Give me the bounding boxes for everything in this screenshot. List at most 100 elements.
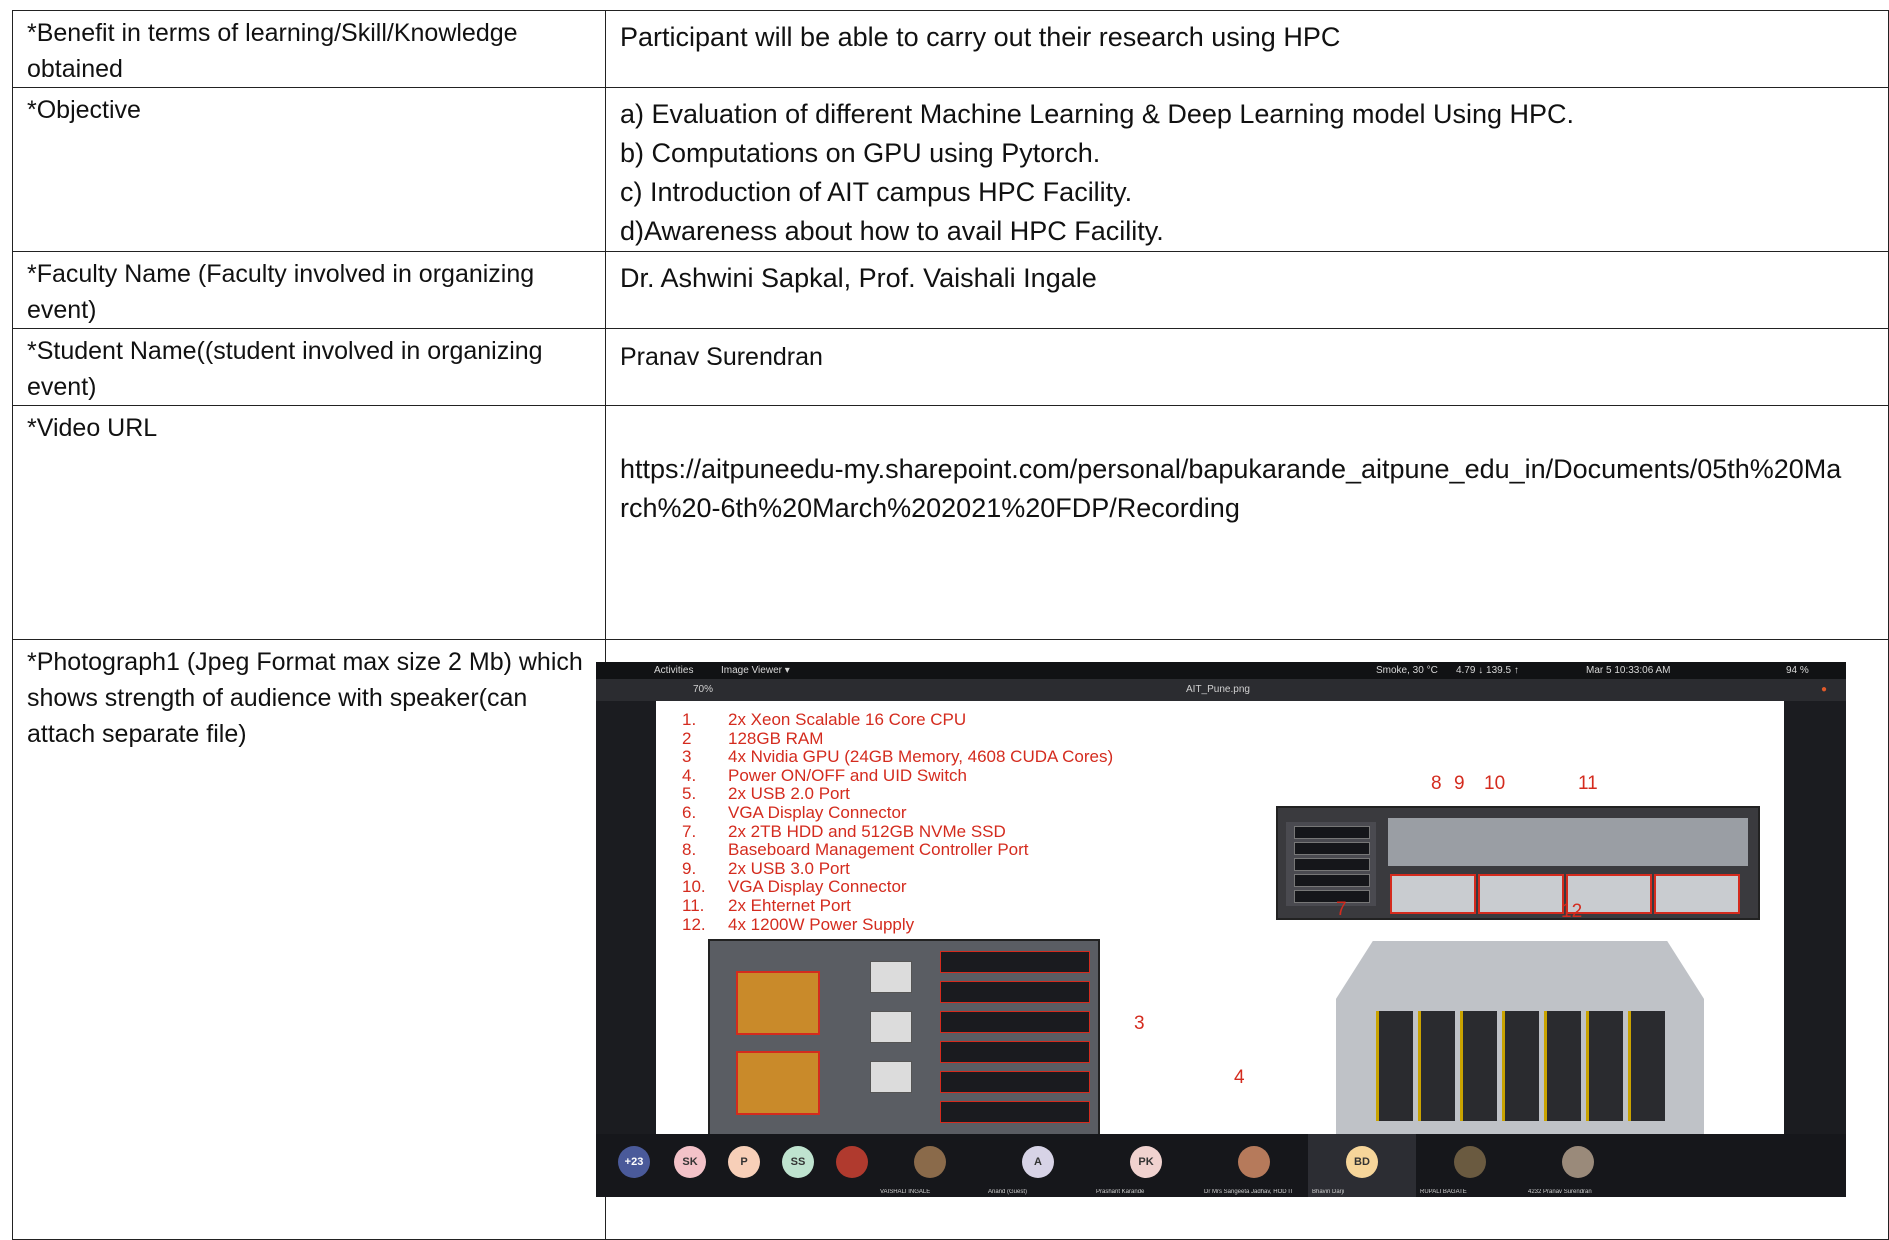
participant-name: Anand (Guest) (988, 1189, 1028, 1195)
gpu-card (1376, 1011, 1413, 1121)
spec-item: 1. 2x Xeon Scalable 16 Core CPU (682, 710, 967, 729)
clock-label: Mar 5 10:33:06 AM (1586, 665, 1671, 676)
drive-bay (1294, 842, 1370, 855)
spec-item: 12. 4x 1200W Power Supply (682, 914, 915, 934)
participant-tile: VAISHALI INGALE (876, 1134, 984, 1197)
participant-avatar: SK (674, 1146, 706, 1178)
gpu-card (1628, 1011, 1665, 1121)
participant-avatar: PK (1130, 1146, 1162, 1178)
participant-tile: A Anand (Guest) (984, 1134, 1092, 1197)
gpu-card (940, 1071, 1090, 1093)
drive-bays (1286, 822, 1376, 906)
callout-12: 12 (1561, 901, 1583, 922)
viewer-toolbar: 70% AIT_Pune.png ● (596, 679, 1846, 701)
callout-11: 11 (1578, 773, 1598, 794)
faculty-row: *Faculty Name (Faculty involved in organ… (12, 251, 1889, 329)
objective-line: d)Awareness about how to avail HPC Facil… (620, 216, 1164, 246)
spec-item: 3 4x Nvidia GPU (24GB Memory, 4608 CUDA C… (682, 747, 1114, 767)
callout-4: 4 (1234, 1067, 1245, 1088)
zoom-level: 70% (693, 684, 714, 695)
image-filename: AIT_Pune.png (1186, 684, 1250, 695)
participant-name: RUPALI BAGATE (1420, 1189, 1467, 1195)
server-rear-view (1276, 806, 1760, 920)
fan-module (870, 961, 912, 993)
benefit-label: *Benefit in terms of learning/Skill/Know… (12, 10, 606, 88)
participant-name: 4232 Pranav Surendran (1528, 1189, 1592, 1195)
spec-item: 4. Power ON/OFF and UID Switch (682, 765, 968, 785)
participant-name: VAISHALI INGALE (880, 1189, 931, 1195)
participant-name: Prashant Karande (1096, 1189, 1145, 1195)
server-top-view (708, 939, 1100, 1134)
power-supply (1478, 874, 1564, 914)
participant-avatar (1454, 1146, 1486, 1178)
student-row: *Student Name((student involved in organ… (12, 328, 1889, 406)
callout-3: 3 (1134, 1013, 1145, 1034)
cpu-socket (736, 1051, 820, 1115)
server-iso-view (1336, 941, 1704, 1134)
participant-avatar (914, 1146, 946, 1178)
student-label: *Student Name((student involved in organ… (12, 328, 606, 406)
callout-7: 7 (1336, 899, 1347, 920)
objective-value: a) Evaluation of different Machine Learn… (605, 87, 1889, 252)
network-speed: 4.79 ↓ 139.5 ↑ (1456, 665, 1519, 676)
objective-line: a) Evaluation of different Machine Learn… (620, 99, 1575, 129)
video-url-row: *Video URL https://aitpuneedu-my.sharepo… (12, 405, 1889, 640)
image-viewer-menu: Image Viewer ▾ (721, 665, 790, 676)
gpu-card (940, 1041, 1090, 1063)
faculty-value: Dr. Ashwini Sapkal, Prof. Vaishali Ingal… (605, 251, 1889, 329)
benefit-row: *Benefit in terms of learning/Skill/Know… (12, 10, 1889, 88)
battery-label: 94 % (1786, 665, 1809, 676)
gpu-card (1460, 1011, 1497, 1121)
drive-bay (1294, 826, 1370, 839)
power-supply (1654, 874, 1740, 914)
spec-list: 1. 2x Xeon Scalable 16 Core CPU 2 128GB RA… (682, 710, 1114, 934)
fan-module (870, 1061, 912, 1093)
participant-tile: RUPALI BAGATE (1416, 1134, 1524, 1197)
callout-8: 8 (1431, 773, 1442, 794)
student-value: Pranav Surendran (605, 328, 1889, 406)
gpu-card (1586, 1011, 1623, 1121)
participant-avatar (1238, 1146, 1270, 1178)
participant-name: Dr Mrs Sangeeta Jadhav, HOD IT (1204, 1189, 1294, 1195)
faculty-label: *Faculty Name (Faculty involved in organ… (12, 251, 606, 329)
participant-tile: 4232 Pranav Surendran (1524, 1134, 1632, 1197)
activities-label: Activities (654, 665, 694, 676)
spec-item: 2 128GB RAM (682, 728, 824, 748)
drive-bay (1294, 874, 1370, 887)
gpu-card (940, 951, 1090, 973)
fan-module (870, 1011, 912, 1043)
benefit-value: Participant will be able to carry out th… (605, 10, 1889, 88)
more-participants-badge: +23 (618, 1146, 650, 1178)
gpu-card (1418, 1011, 1455, 1121)
video-url-value[interactable]: https://aitpuneedu-my.sharepoint.com/per… (605, 405, 1889, 640)
spec-item: 5. 2x USB 2.0 Port (682, 784, 850, 804)
system-top-bar: Activities Image Viewer ▾ Smoke, 30 °C 4… (596, 662, 1846, 679)
objective-row: *Objective a) Evaluation of different Ma… (12, 87, 1889, 252)
gpu-card (1544, 1011, 1581, 1121)
spec-item: 11. 2x Ehternet Port (682, 895, 851, 915)
participant-tile: Dr Mrs Sangeeta Jadhav, HOD IT (1200, 1134, 1308, 1197)
spec-item: 9. 2x USB 3.0 Port (682, 858, 850, 878)
participant-avatar: SS (782, 1146, 814, 1178)
participant-avatar: A (1022, 1146, 1054, 1178)
participant-strip: +23 SK P SS VAISHALI INGALE A Anand (Gue… (596, 1134, 1846, 1197)
weather-label: Smoke, 30 °C (1376, 665, 1438, 676)
cpu-socket (736, 971, 820, 1035)
meeting-screenshot-photo: Activities Image Viewer ▾ Smoke, 30 °C 4… (596, 662, 1846, 1197)
hpc-slide: 1. 2x Xeon Scalable 16 Core CPU 2 128GB RA… (656, 701, 1784, 1134)
objective-label: *Objective (12, 87, 606, 252)
gpu-card (940, 1101, 1090, 1123)
gpu-card (1502, 1011, 1539, 1121)
participant-avatar (836, 1146, 868, 1178)
objective-line: c) Introduction of AIT campus HPC Facili… (620, 177, 1133, 207)
close-icon: ● (1821, 684, 1828, 695)
drive-bay (1294, 890, 1370, 903)
spec-item: 6. VGA Display Connector (682, 802, 907, 822)
rear-io-panel (1388, 818, 1748, 866)
spec-item: 8. Baseboard Management Controller Port (682, 840, 1029, 860)
drive-bay (1294, 858, 1370, 871)
participant-avatar: P (728, 1146, 760, 1178)
video-url-label: *Video URL (12, 405, 606, 640)
power-supply (1390, 874, 1476, 914)
callout-10: 10 (1484, 773, 1506, 794)
